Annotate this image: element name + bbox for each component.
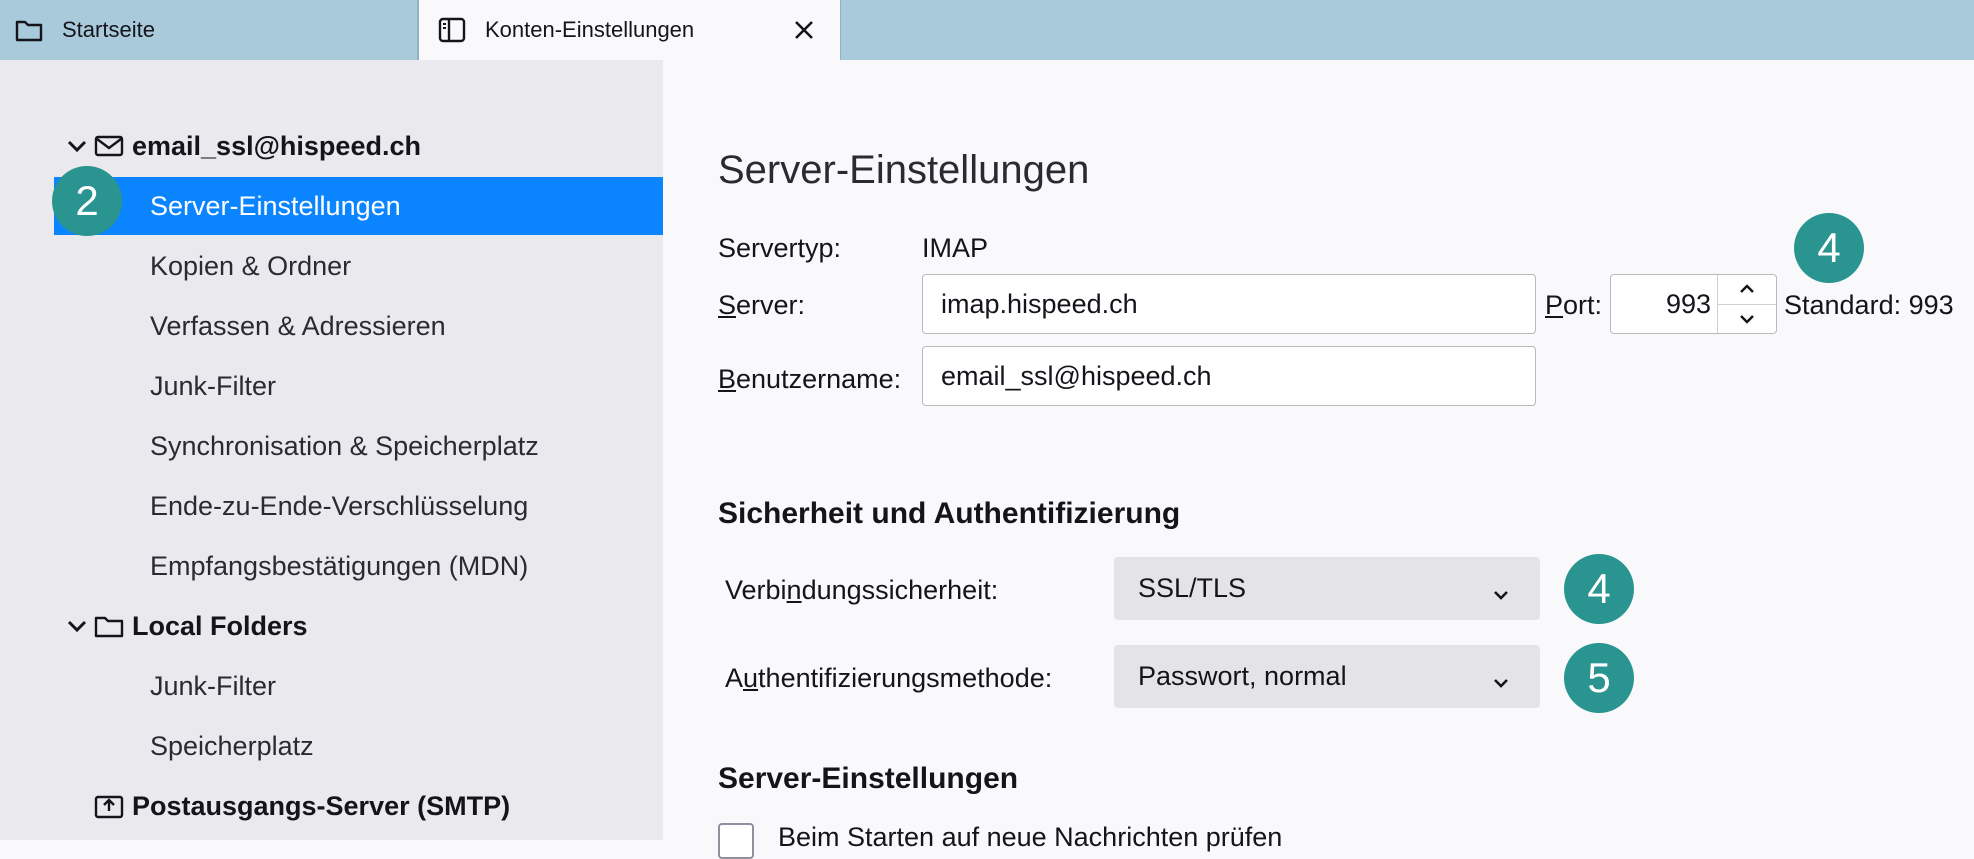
sidebar-item-label: Verfassen & Adressieren xyxy=(150,310,446,341)
chevron-up-icon[interactable] xyxy=(1718,275,1776,305)
account-email-ssl[interactable]: email_ssl@hispeed.ch xyxy=(54,117,663,175)
username-label: Benutzername: xyxy=(718,364,902,394)
sidebar-item-server-einstellungen[interactable]: Server-Einstellungen xyxy=(54,177,663,235)
sidebar-item-label: Junk-Filter xyxy=(150,670,277,701)
servertype-label: Servertyp: xyxy=(718,233,842,263)
chevron-down-icon xyxy=(1492,665,1510,696)
chevron-down-icon[interactable] xyxy=(1718,305,1776,334)
sidebar-item-label: Synchronisation & Speicherplatz xyxy=(150,430,539,461)
account-label: Local Folders xyxy=(132,610,308,641)
server-settings-heading: Server-Einstellungen xyxy=(718,762,1019,795)
step-badge: 5 xyxy=(1564,643,1634,713)
startup-check-checkbox[interactable] xyxy=(718,823,754,859)
sidebar-item-label: Server-Einstellungen xyxy=(150,190,401,221)
sidebar-item-local-junk-filter[interactable]: Junk-Filter xyxy=(54,657,663,715)
sidebar-item-label: Empfangsbestätigungen (MDN) xyxy=(150,550,529,581)
auth-method-label: Authentifizierungsmethode: xyxy=(725,663,1053,693)
checkbox-label: Beim Starten auf neue Nachrichten prüfen xyxy=(778,822,1283,852)
sidebar-item-junk-filter[interactable]: Junk-Filter xyxy=(54,357,663,415)
tab-startseite[interactable]: Startseite xyxy=(0,0,418,60)
sidebar-item-label: Kopien & Ordner xyxy=(150,250,352,281)
settings-tab-icon xyxy=(437,15,467,45)
account-label: Postausgangs-Server (SMTP) xyxy=(132,790,511,821)
settings-panel: Server-Einstellungen Servertyp: IMAP Ser… xyxy=(663,60,1974,859)
sidebar-item-mdn[interactable]: Empfangsbestätigungen (MDN) xyxy=(54,537,663,595)
servertype-value: IMAP xyxy=(922,233,989,263)
step-badge: 4 xyxy=(1564,554,1634,624)
account-label: email_ssl@hispeed.ch xyxy=(132,130,421,161)
folder-icon xyxy=(92,611,126,641)
port-label: Port: xyxy=(1545,290,1603,320)
sidebar-item-kopien-ordner[interactable]: Kopien & Ordner xyxy=(54,237,663,295)
sidebar-item-label: Speicherplatz xyxy=(150,730,314,761)
connection-security-select[interactable]: SSL/TLS xyxy=(1114,557,1540,620)
server-input[interactable]: imap.hispeed.ch xyxy=(922,274,1536,334)
close-icon[interactable] xyxy=(788,14,820,46)
sidebar-item-verfassen[interactable]: Verfassen & Adressieren xyxy=(54,297,663,355)
chevron-down-icon[interactable] xyxy=(62,611,92,641)
tab-label: Startseite xyxy=(62,17,155,42)
chevron-down-icon[interactable] xyxy=(62,131,92,161)
account-local-folders[interactable]: Local Folders xyxy=(54,597,663,655)
sidebar-item-speicherplatz[interactable]: Speicherplatz xyxy=(54,717,663,775)
page-title: Server-Einstellungen xyxy=(718,148,1090,192)
port-stepper[interactable]: 993 xyxy=(1610,274,1777,334)
auth-method-select[interactable]: Passwort, normal xyxy=(1114,645,1540,708)
username-input[interactable]: email_ssl@hispeed.ch xyxy=(922,346,1536,406)
sidebar-item-e2e-encryption[interactable]: Ende-zu-Ende-Verschlüsselung xyxy=(54,477,663,535)
tab-konten-einstellungen[interactable]: Konten-Einstellungen xyxy=(418,0,841,60)
folder-icon xyxy=(14,15,44,45)
step-badge: 4 xyxy=(1794,213,1864,283)
sidebar-item-synchronisation[interactable]: Synchronisation & Speicherplatz xyxy=(54,417,663,475)
tab-label: Konten-Einstellungen xyxy=(485,17,695,42)
sidebar-item-label: Ende-zu-Ende-Verschlüsselung xyxy=(150,490,529,521)
port-default: Standard: 993 xyxy=(1784,290,1954,320)
security-heading: Sicherheit und Authentifizierung xyxy=(718,497,1181,530)
account-sidebar: email_ssl@hispeed.ch Server-Einstellunge… xyxy=(0,60,663,840)
outbox-icon xyxy=(92,791,126,821)
connection-security-label: Verbindungssicherheit: xyxy=(725,575,999,605)
step-badge: 2 xyxy=(52,166,122,236)
mail-icon xyxy=(92,131,126,161)
sidebar-item-label: Junk-Filter xyxy=(150,370,277,401)
chevron-down-icon xyxy=(1492,577,1510,608)
tab-bar: Startseite Konten-Einstellungen xyxy=(0,0,1974,60)
server-label: Server: xyxy=(718,290,806,320)
account-smtp[interactable]: Postausgangs-Server (SMTP) xyxy=(54,777,663,835)
